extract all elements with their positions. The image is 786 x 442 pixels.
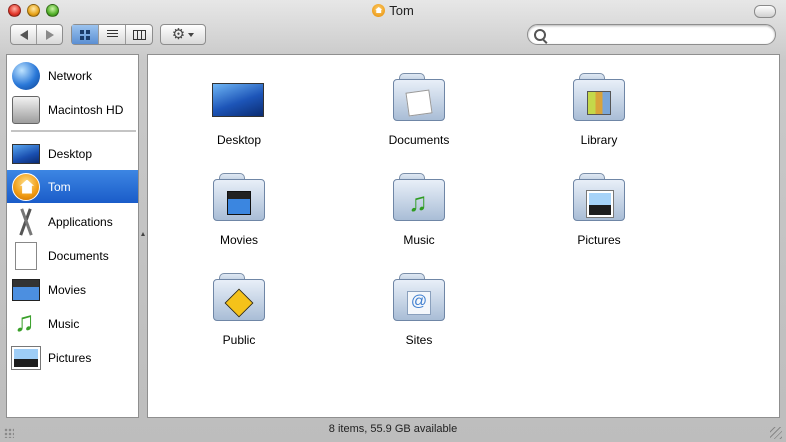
sidebar-item-label: Network	[48, 68, 93, 83]
public-folder-icon	[210, 269, 268, 323]
back-button[interactable]	[11, 25, 37, 44]
icon-view-icon	[80, 29, 90, 40]
search-field[interactable]	[527, 24, 776, 45]
sidebar-item-movies[interactable]: Movies	[7, 273, 138, 306]
sidebar-item-documents[interactable]: Documents	[7, 239, 138, 272]
sidebar-item-desktop[interactable]: Desktop	[7, 137, 138, 170]
sidebar-item-label: Movies	[48, 282, 87, 297]
column-view-icon	[132, 29, 146, 40]
back-arrow-icon	[19, 29, 28, 40]
back-forward-control	[10, 24, 63, 45]
status-bar: 8 items, 55.9 GB available	[0, 418, 786, 442]
chevron-down-icon	[188, 32, 195, 37]
icon-view-button[interactable]	[72, 25, 99, 44]
toolbar-toggle-button[interactable]	[754, 5, 776, 18]
sidebar-item-applications[interactable]: Applications	[7, 205, 138, 238]
music-note-icon	[12, 306, 40, 338]
item-label: Documents	[388, 133, 450, 147]
item-label: Pictures	[577, 233, 621, 247]
item-label: Public	[222, 333, 256, 347]
sidebar-item-tom[interactable]: Tom	[7, 170, 138, 203]
sidebar-item-label: Documents	[48, 248, 109, 263]
title-bar[interactable]: Tom	[0, 0, 786, 22]
library-folder-icon	[570, 69, 628, 123]
sidebar-item-network[interactable]: Network	[7, 59, 138, 92]
item-label: Movies	[219, 233, 258, 247]
search-input[interactable]	[550, 26, 769, 45]
item-library[interactable]: Library	[539, 59, 659, 149]
column-view-button[interactable]	[126, 25, 152, 44]
item-label: Desktop	[216, 133, 262, 147]
picture-icon	[11, 345, 41, 370]
item-music[interactable]: ♫ Music	[359, 159, 479, 249]
item-movies[interactable]: Movies	[179, 159, 299, 249]
forward-button[interactable]	[37, 25, 62, 44]
finder-window: Tom ⚙ Network Macintosh HD Desktop Tom A…	[0, 0, 786, 442]
network-globe-icon	[12, 61, 40, 90]
search-icon	[534, 29, 546, 41]
item-desktop[interactable]: Desktop	[179, 59, 299, 149]
list-view-button[interactable]	[99, 25, 126, 44]
documents-folder-icon	[390, 69, 448, 123]
movies-folder-icon	[210, 169, 268, 223]
resize-handle[interactable]	[770, 427, 782, 439]
sidebar-item-music[interactable]: Music	[7, 306, 138, 340]
grip-icon	[4, 428, 14, 438]
action-menu-control: ⚙	[160, 24, 206, 45]
status-text: 8 items, 55.9 GB available	[328, 423, 458, 435]
desktop-icon	[210, 69, 268, 123]
desktop-icon	[12, 143, 40, 164]
action-menu-button[interactable]: ⚙	[161, 25, 205, 44]
sidebar-item-macintosh-hd[interactable]: Macintosh HD	[7, 93, 138, 126]
sidebar-item-label: Music	[48, 316, 80, 331]
music-folder-icon: ♫	[390, 169, 448, 223]
sidebar: Network Macintosh HD Desktop Tom Applica…	[6, 54, 139, 418]
gear-icon: ⚙	[171, 26, 186, 43]
list-view-icon	[106, 30, 118, 39]
sidebar-item-label: Macintosh HD	[48, 102, 124, 117]
home-icon	[12, 172, 40, 201]
document-icon	[15, 241, 37, 270]
icon-view-area: Desktop Documents Library Movies ♫ Music…	[147, 54, 780, 418]
pictures-folder-icon	[570, 169, 628, 223]
sites-folder-icon: @	[390, 269, 448, 323]
splitter-handle-icon	[141, 232, 145, 236]
sidebar-item-pictures[interactable]: Pictures	[7, 341, 138, 374]
item-sites[interactable]: @ Sites	[359, 259, 479, 349]
item-label: Music	[403, 233, 435, 247]
forward-arrow-icon	[45, 29, 54, 40]
applications-icon	[12, 208, 40, 236]
toolbar: ⚙	[0, 22, 786, 52]
sidebar-item-label: Tom	[48, 179, 71, 194]
sidebar-item-label: Applications	[48, 214, 113, 229]
item-public[interactable]: Public	[179, 259, 299, 349]
sidebar-item-label: Pictures	[48, 350, 92, 365]
sidebar-splitter[interactable]	[139, 54, 147, 418]
item-pictures[interactable]: Pictures	[539, 159, 659, 249]
window-title-text: Tom	[389, 3, 414, 18]
view-mode-control	[71, 24, 153, 45]
item-label: Library	[580, 133, 618, 147]
sidebar-divider	[11, 130, 136, 132]
window-title: Tom	[0, 3, 786, 18]
hard-drive-icon	[12, 95, 40, 124]
item-label: Sites	[405, 333, 433, 347]
movie-clapper-icon	[12, 278, 40, 301]
home-icon	[372, 4, 386, 17]
item-documents[interactable]: Documents	[359, 59, 479, 149]
sidebar-item-label: Desktop	[48, 146, 93, 161]
